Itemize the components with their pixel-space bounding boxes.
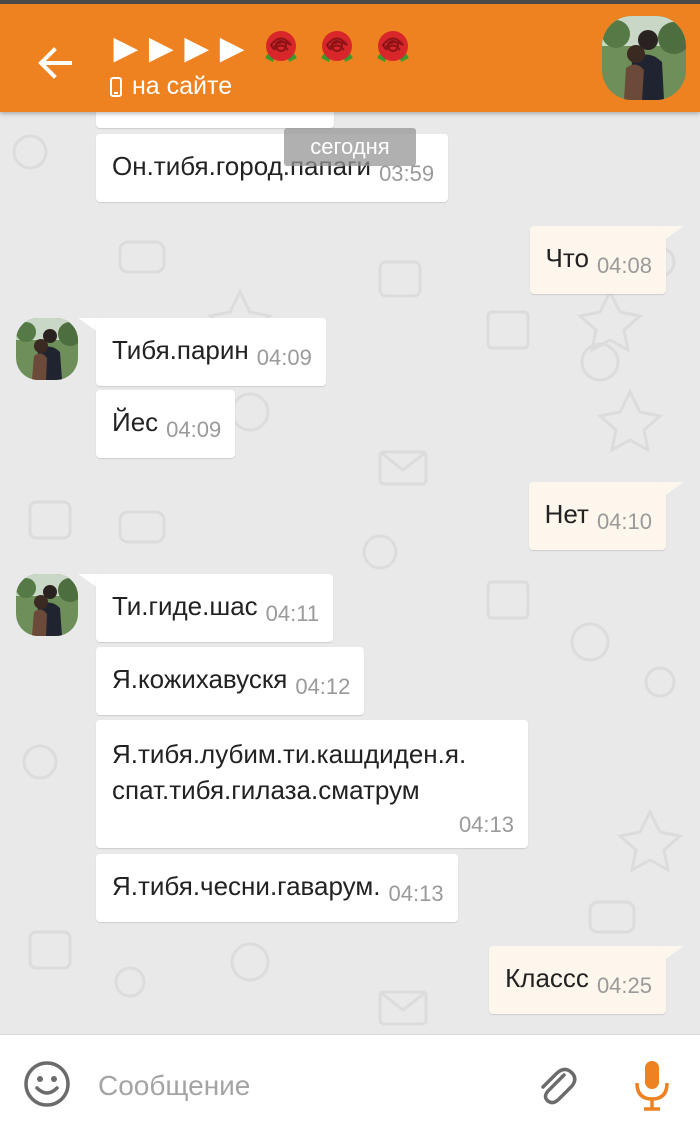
message-text: Я.кожихавускя <box>112 664 288 694</box>
emoji-button[interactable] <box>22 1059 72 1109</box>
message-bubble-incoming[interactable]: Ти.гиде.шас 04:11 <box>96 574 334 642</box>
message-bubble-incoming[interactable]: Йес 04:09 <box>96 390 236 458</box>
sender-avatar[interactable] <box>16 318 78 380</box>
message-bubble-partial[interactable] <box>96 112 334 128</box>
voice-message-button[interactable] <box>632 1059 672 1113</box>
message-time: 04:25 <box>596 973 652 998</box>
sender-avatar[interactable] <box>16 574 78 636</box>
message-bubble-outgoing[interactable]: Что 04:08 <box>529 226 666 294</box>
contact-avatar[interactable] <box>602 16 686 100</box>
message-bubble-outgoing[interactable]: Классс 04:25 <box>489 946 666 1014</box>
attach-button[interactable] <box>534 1061 578 1109</box>
message-text: Йес <box>112 407 159 437</box>
message-text: Нет <box>544 499 589 529</box>
bubble-tail <box>78 574 98 588</box>
microphone-icon <box>635 1061 669 1111</box>
message-bubble-incoming[interactable]: Тибя.парин 04:09 <box>96 318 326 386</box>
message-text: Я.тибя.чесни.гаварум. <box>112 871 381 901</box>
rose-icon <box>321 31 354 62</box>
message-text: Классс <box>505 963 589 993</box>
contact-photo <box>602 16 686 100</box>
contact-name[interactable]: ▶ ▶ ▶ ▶ <box>114 28 415 68</box>
bubble-tail <box>664 226 684 240</box>
chat-header: ▶ ▶ ▶ ▶ на сайте <box>0 4 700 112</box>
sender-photo <box>16 574 78 636</box>
message-composer <box>0 1034 700 1133</box>
sender-photo <box>16 318 78 380</box>
message-time: 04:09 <box>256 345 312 370</box>
message-text-line2: спат.тибя.гилаза.сматрум <box>112 775 420 805</box>
smile-icon <box>24 1061 70 1107</box>
message-bubble-outgoing[interactable]: Нет 04:10 <box>528 482 666 550</box>
message-text: Тибя.парин <box>112 335 249 365</box>
online-status-text: на сайте <box>132 72 233 100</box>
message-bubble-incoming[interactable]: Я.тибя.чесни.гаварум. 04:13 <box>96 854 458 922</box>
mobile-phone-icon <box>110 76 122 97</box>
rose-icon <box>377 31 410 62</box>
message-bubble-incoming[interactable]: Я.тибя.лубим.ти.кашдиден.я. спат.тибя.ги… <box>96 720 528 848</box>
message-time: 04:13 <box>458 812 514 837</box>
back-button[interactable] <box>30 38 80 88</box>
message-time: 04:08 <box>596 253 652 278</box>
date-separator: сегодня <box>284 128 416 166</box>
message-time: 04:09 <box>166 417 222 442</box>
message-text: Что <box>545 243 589 273</box>
rose-icon <box>265 31 298 62</box>
message-text-line1: Я.тибя.лубим.ти.кашдиден.я. <box>112 739 467 769</box>
message-input[interactable] <box>96 1063 520 1109</box>
message-time: 04:10 <box>596 509 652 534</box>
message-text: Ти.гиде.шас <box>112 591 258 621</box>
paperclip-icon <box>541 1067 577 1105</box>
arrow-left-icon <box>38 47 72 79</box>
online-status: на сайте <box>110 72 232 101</box>
message-time: 04:13 <box>388 881 444 906</box>
message-bubble-incoming[interactable]: Я.кожихавускя 04:12 <box>96 647 365 715</box>
contact-name-text: ▶ ▶ ▶ ▶ <box>114 31 246 65</box>
bubble-tail <box>664 946 684 960</box>
message-time: 04:12 <box>295 674 351 699</box>
bubble-tail <box>78 318 98 332</box>
message-list[interactable]: сегодня Он.тибя.город.папаги 03:59 Что 04:… <box>0 112 700 1034</box>
message-time: 04:11 <box>265 601 320 626</box>
bubble-tail <box>664 482 684 496</box>
